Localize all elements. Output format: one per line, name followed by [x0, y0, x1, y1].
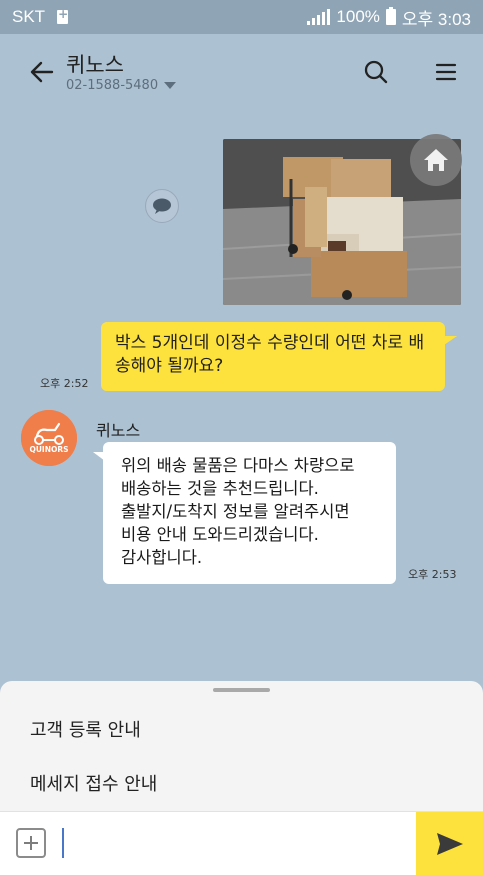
- chat-title-block[interactable]: 퀴노스 02-1588-5480: [66, 52, 177, 93]
- send-icon: [436, 833, 463, 855]
- quick-reply-item[interactable]: 고객 등록 안내: [30, 716, 141, 742]
- phone-number: 02-1588-5480: [66, 77, 159, 93]
- status-bar: SKT 100% 오후 3:03: [0, 0, 483, 34]
- quick-reply-sheet: 고객 등록 안내 메세지 접수 안내: [0, 681, 483, 811]
- message-line: 위의 배송 물품은 다마스 차량으로: [121, 456, 355, 475]
- message-line: 비용 안내 도와드리겠습니다.: [121, 525, 319, 544]
- message-time: 오후 2:53: [408, 568, 457, 581]
- message-time: 오후 2:52: [40, 377, 89, 390]
- quick-reply-item[interactable]: 메세지 접수 안내: [30, 770, 157, 796]
- battery-percent: 100%: [336, 7, 380, 26]
- message-input[interactable]: [56, 826, 408, 862]
- sheet-drag-handle[interactable]: [213, 688, 270, 692]
- chat-title: 퀴노스: [66, 52, 124, 77]
- clock: 오후 3:03: [401, 9, 471, 29]
- signal-icon: [307, 9, 331, 25]
- battery-icon: [385, 7, 396, 25]
- chat-header: 퀴노스 02-1588-5480: [0, 34, 483, 110]
- back-button[interactable]: [22, 52, 62, 92]
- message-input-bar: [0, 811, 483, 875]
- chevron-down-icon: [164, 81, 177, 89]
- attach-button[interactable]: [16, 828, 46, 858]
- quinors-logo: QUINORS: [21, 410, 77, 466]
- message-line: 배송하는 것을 추천드립니다.: [121, 479, 319, 498]
- message-line: 감사합니다.: [121, 548, 203, 567]
- avatar[interactable]: QUINORS: [21, 410, 77, 466]
- received-message-bubble[interactable]: 위의 배송 물품은 다마스 차량으로 배송하는 것을 추천드립니다. 출발지/도…: [93, 442, 396, 584]
- my-message-bubble[interactable]: 박스 5개인데 이정수 수량인데 어떤 차로 배송해야 될까요?: [101, 322, 457, 391]
- send-button[interactable]: [416, 812, 483, 875]
- hamburger-icon: [435, 63, 457, 81]
- text-cursor: [62, 828, 64, 858]
- message-line: 출발지/도착지 정보를 알려주시면: [121, 502, 350, 521]
- arrow-left-icon: [30, 61, 54, 83]
- speech-bubble-icon: [153, 198, 171, 214]
- chat-phone[interactable]: 02-1588-5480: [66, 77, 177, 93]
- avatar-text: QUINORS: [29, 445, 68, 454]
- sender-name: 퀴노스: [96, 421, 141, 440]
- home-icon: [424, 149, 448, 171]
- home-button[interactable]: [410, 134, 462, 186]
- carrier-label: SKT: [12, 7, 46, 26]
- plus-icon: [24, 836, 38, 850]
- search-button[interactable]: [356, 52, 396, 92]
- search-icon: [364, 60, 388, 84]
- menu-button[interactable]: [426, 52, 466, 92]
- speech-bubble-button[interactable]: [145, 189, 179, 223]
- sim-card-icon: [57, 7, 68, 24]
